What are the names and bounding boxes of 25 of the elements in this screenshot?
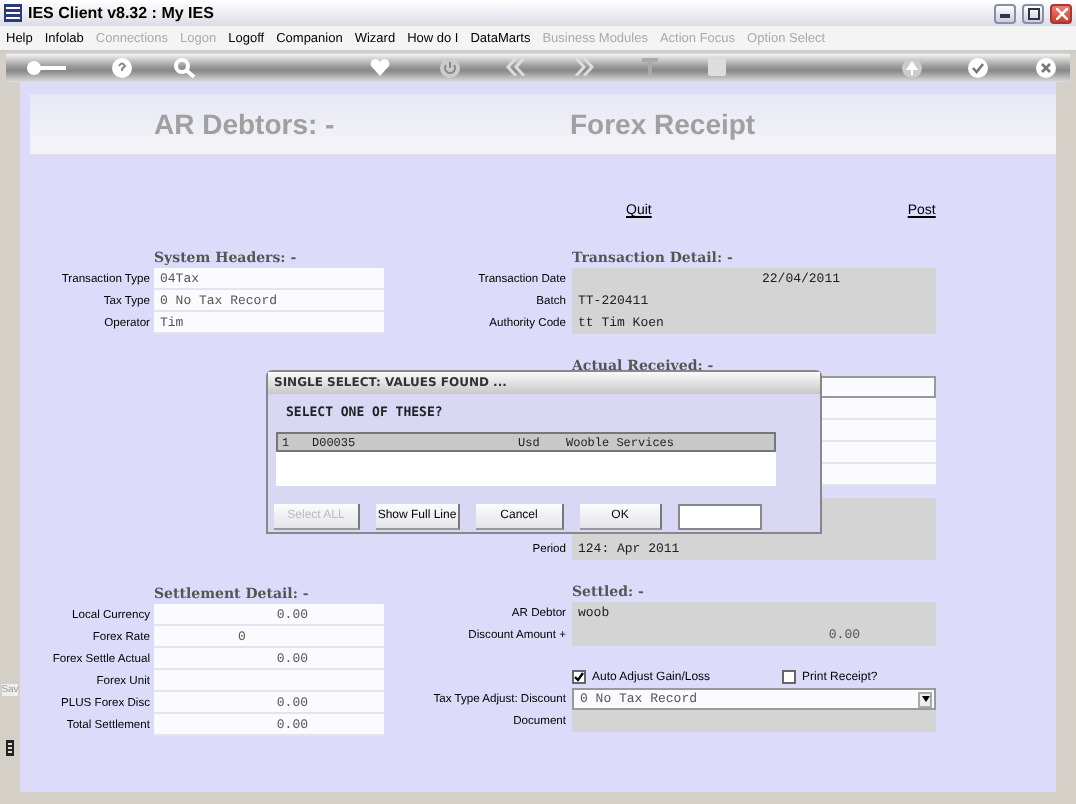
text-icon[interactable] — [642, 58, 658, 76]
module-title: AR Debtors: - — [154, 108, 337, 140]
minimize-button[interactable] — [994, 3, 1016, 23]
checkbox[interactable] — [572, 670, 586, 684]
close-icon[interactable] — [1036, 58, 1056, 78]
rewind-icon[interactable] — [506, 58, 526, 76]
search-icon[interactable] — [174, 58, 196, 78]
page-title: Forex Receipt — [570, 108, 756, 140]
close-icon — [1055, 7, 1067, 19]
input-field[interactable] — [678, 504, 762, 530]
close-button[interactable] — [1050, 3, 1072, 23]
power-icon[interactable] — [440, 58, 460, 78]
checkbox[interactable] — [782, 670, 797, 684]
caret-icon — [921, 696, 929, 702]
forward-icon[interactable] — [574, 58, 594, 76]
app-icon — [4, 4, 22, 22]
check-icon[interactable] — [968, 58, 988, 78]
heart-icon[interactable] — [370, 58, 390, 76]
maximize-button[interactable] — [1022, 3, 1044, 23]
minimize-icon — [1000, 8, 1010, 18]
key-icon[interactable] — [26, 58, 66, 78]
maximize-icon — [1027, 7, 1039, 19]
document-icon[interactable] — [6, 740, 14, 756]
help-icon[interactable] — [112, 58, 132, 78]
window-title: IES Client v8.32 : My IES — [28, 4, 216, 22]
